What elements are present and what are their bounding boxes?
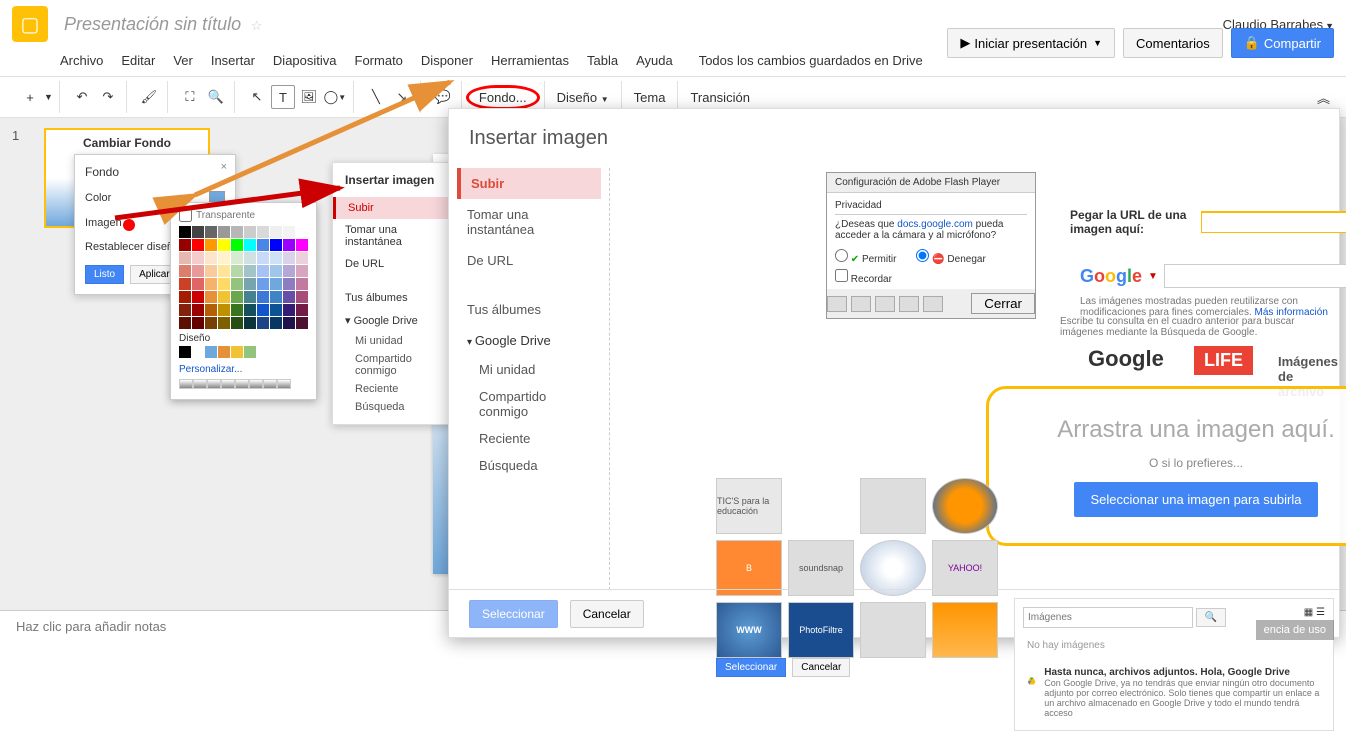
album-image-firefox-icon[interactable] [932, 478, 998, 534]
album-crumb[interactable]: TIC'S para la educación [716, 478, 782, 534]
flash-close-button[interactable]: Cerrar [971, 293, 1035, 314]
il-compartido[interactable]: Compartido conmigo [457, 383, 601, 425]
present-button[interactable]: ▶ Iniciar presentación ▼ [947, 28, 1115, 58]
diseno-button[interactable]: Diseño ▼ [549, 90, 617, 105]
album-image-cd-icon[interactable] [860, 540, 926, 596]
flash-tab-camera-icon[interactable] [923, 296, 943, 312]
menu-insertar[interactable]: Insertar [211, 53, 255, 68]
drive-icon [1027, 667, 1036, 695]
comments-button[interactable]: Comentarios [1123, 28, 1223, 58]
album-cancel-button[interactable]: Cancelar [792, 658, 850, 677]
fondo-button[interactable]: Fondo... [466, 85, 540, 110]
insert-image-sidebar-small: Insertar imagen Subir Tomar una instantá… [332, 162, 454, 425]
listo-button[interactable]: Listo [85, 265, 124, 284]
fondo-title: Fondo [85, 165, 225, 179]
gradient-row [179, 379, 308, 389]
save-status: Todos los cambios guardados en Drive [699, 53, 923, 68]
menu-archivo[interactable]: Archivo [60, 53, 103, 68]
license-badge: encia de uso [1256, 620, 1334, 640]
google-search-input[interactable] [1164, 264, 1346, 288]
album-image[interactable] [860, 478, 926, 534]
il-miunidad[interactable]: Mi unidad [457, 356, 601, 383]
select-image-button[interactable]: Seleccionar una imagen para subirla [1074, 482, 1317, 517]
flash-tab-mic-icon[interactable] [899, 296, 919, 312]
life-logo: LIFE [1194, 346, 1253, 375]
arrow-tool[interactable]: ↘ [390, 85, 414, 109]
transparent-checkbox[interactable] [179, 209, 192, 222]
url-label: Pegar la URL de una imagen aquí: [1070, 208, 1193, 236]
paint-format-button[interactable]: 🖌 [137, 85, 161, 109]
slides-logo: ▢ [12, 6, 48, 42]
menu-herramientas[interactable]: Herramientas [491, 53, 569, 68]
redo-button[interactable]: ↷ [96, 85, 120, 109]
menu-ver[interactable]: Ver [173, 53, 193, 68]
menu-tabla[interactable]: Tabla [587, 53, 618, 68]
il-busqueda[interactable]: Búsqueda [457, 452, 601, 479]
insert-albums[interactable]: Tus álbumes [333, 287, 453, 309]
dialog-select-button[interactable]: Seleccionar [469, 600, 558, 628]
zoom-button[interactable]: 🔍 [204, 85, 228, 109]
star-icon[interactable]: ☆ [251, 18, 263, 33]
menu-ayuda[interactable]: Ayuda [636, 53, 673, 68]
new-slide-button[interactable]: + [18, 85, 42, 109]
album-select-button[interactable]: Seleccionar [716, 658, 786, 677]
share-button[interactable]: 🔒 Compartir [1231, 28, 1334, 58]
highlight-dot [123, 219, 135, 231]
color-grid[interactable] [179, 226, 308, 329]
design-colors [179, 346, 308, 358]
custom-color-link[interactable]: Personalizar... [179, 364, 308, 375]
insert-drive[interactable]: ▾ Google Drive [333, 309, 453, 332]
menu-formato[interactable]: Formato [355, 53, 403, 68]
flash-tab-storage-icon[interactable] [875, 296, 895, 312]
insert-image-dialog: Insertar imagen Subir Tomar una instantá… [448, 108, 1340, 638]
album-image-blogger-icon[interactable]: B [716, 540, 782, 596]
comment-tool[interactable]: 💬 [431, 85, 455, 109]
color-picker: Transparente Diseño Personalizar... [170, 202, 317, 400]
menu-disponer[interactable]: Disponer [421, 53, 473, 68]
il-albums[interactable]: Tus álbumes [457, 294, 601, 325]
drop-zone[interactable]: Arrastra una imagen aquí. O si lo prefie… [986, 386, 1346, 546]
il-drive[interactable]: Google Drive [457, 325, 601, 356]
transicion-button[interactable]: Transición [682, 90, 757, 105]
collapse-toolbar-icon[interactable]: ︽ [1317, 88, 1330, 107]
menu-editar[interactable]: Editar [121, 53, 155, 68]
il-url[interactable]: De URL [457, 245, 601, 276]
il-instantanea[interactable]: Tomar una instantánea [457, 199, 601, 245]
album-image-soundsnap-icon[interactable]: soundsnap [788, 540, 854, 596]
slide-number: 1 [12, 128, 19, 143]
menu-diapositiva[interactable]: Diapositiva [273, 53, 337, 68]
textbox-tool[interactable]: T [271, 85, 295, 109]
image-tool[interactable]: 🖼 [297, 85, 321, 109]
flash-settings-dialog: Configuración de Adobe Flash Player Priv… [826, 172, 1036, 319]
google-big-logo: Google [1088, 346, 1164, 372]
zoom-fit-button[interactable]: ⛶ [178, 85, 202, 109]
line-tool[interactable]: ╲ [364, 85, 388, 109]
tema-button[interactable]: Tema [626, 90, 674, 105]
doc-title[interactable]: Presentación sin título [64, 14, 241, 34]
insert-instantanea[interactable]: Tomar una instantánea [333, 219, 453, 253]
dialog-title: Insertar imagen [449, 109, 1339, 168]
shape-tool[interactable]: ◯▼ [323, 85, 347, 109]
close-icon[interactable]: × [221, 161, 227, 173]
il-subir[interactable]: Subir [457, 168, 601, 199]
insert-subir[interactable]: Subir [333, 197, 453, 219]
insert-url[interactable]: De URL [333, 253, 453, 275]
flash-tab-display-icon[interactable] [827, 296, 847, 312]
dialog-cancel-button[interactable]: Cancelar [570, 600, 644, 628]
il-reciente[interactable]: Reciente [457, 425, 601, 452]
flash-tab-privacy-icon[interactable] [851, 296, 871, 312]
undo-button[interactable]: ↶ [70, 85, 94, 109]
select-tool[interactable]: ↖ [245, 85, 269, 109]
google-logo: Google [1080, 266, 1142, 287]
url-input[interactable] [1201, 211, 1346, 233]
album-image-yahoo-icon[interactable]: YAHOO! [932, 540, 998, 596]
